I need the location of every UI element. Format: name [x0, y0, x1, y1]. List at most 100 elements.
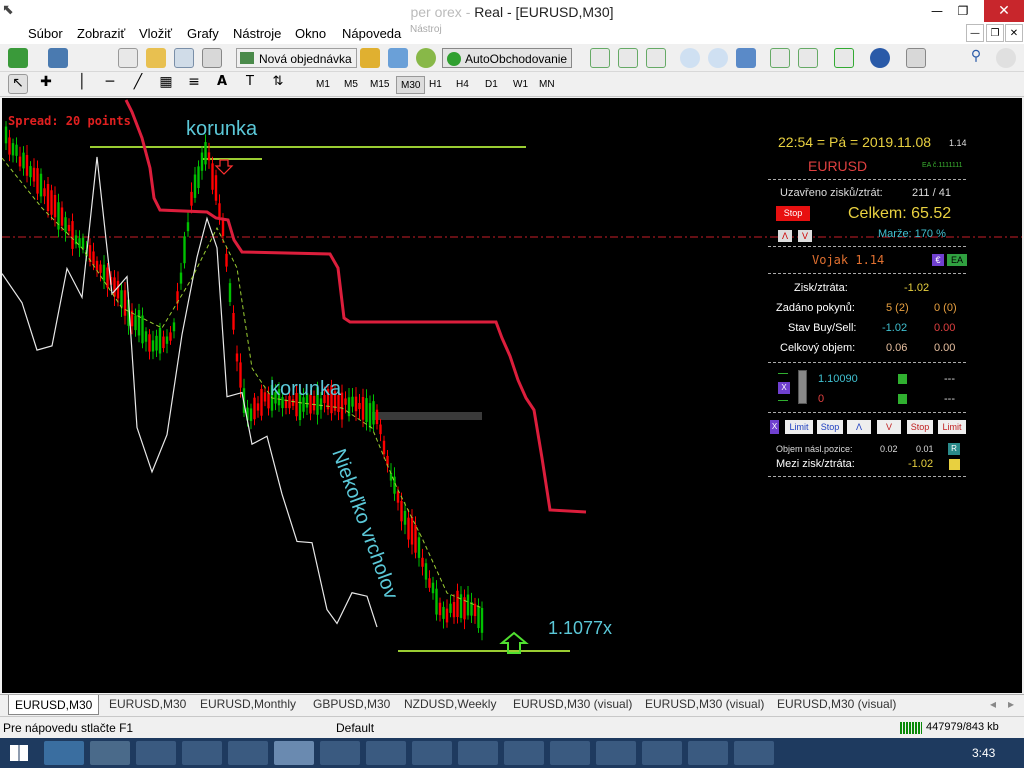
signals-icon[interactable]: [416, 48, 436, 68]
tab-eurusd-monthly[interactable]: EURUSD,Monthly: [200, 697, 296, 711]
navigator-icon[interactable]: [174, 48, 194, 68]
crosshair-icon[interactable]: ✚: [36, 74, 56, 94]
a-button[interactable]: Λ: [778, 230, 792, 242]
gold-icon[interactable]: [360, 48, 380, 68]
taskbar-chrome-icon[interactable]: [412, 741, 452, 765]
tab-gbpusd-m30[interactable]: GBPUSD,M30: [313, 697, 390, 711]
scroll-slider[interactable]: [798, 370, 807, 404]
taskbar-p-icon[interactable]: [642, 741, 682, 765]
taskbar-outlook-icon[interactable]: [734, 741, 774, 765]
bar-chart-icon[interactable]: [590, 48, 610, 68]
candle-body: [116, 280, 120, 299]
tab-eurusd-visual-3[interactable]: EURUSD,M30 (visual): [777, 697, 896, 711]
tester-icon[interactable]: [202, 48, 222, 68]
v-button[interactable]: V: [798, 230, 812, 242]
taskbar-pdf-icon[interactable]: [596, 741, 636, 765]
btn-close-x[interactable]: X: [770, 420, 779, 434]
profiles-icon[interactable]: [48, 48, 68, 68]
new-chart-icon[interactable]: [8, 48, 28, 68]
zoom-in-icon[interactable]: [680, 48, 700, 68]
menu-file[interactable]: Súbor: [28, 26, 63, 41]
taskbar-app-icon[interactable]: [182, 741, 222, 765]
tab-eurusd-visual-2[interactable]: EURUSD,M30 (visual): [645, 697, 764, 711]
market-icon[interactable]: [388, 48, 408, 68]
periods-icon[interactable]: [870, 48, 890, 68]
maximize-button[interactable]: ❐: [948, 0, 978, 22]
crosshair-move-icon[interactable]: [118, 48, 138, 68]
tab-nzdusd-weekly[interactable]: NZDUSD,Weekly: [404, 697, 496, 711]
child-minimize-button[interactable]: —: [966, 24, 984, 42]
vertical-line-icon[interactable]: │: [72, 74, 92, 94]
ea-button[interactable]: EA: [947, 254, 967, 266]
templates-icon[interactable]: [906, 48, 926, 68]
taskbar-folder-icon[interactable]: [688, 741, 728, 765]
reset-button[interactable]: R: [948, 443, 960, 455]
menu-view[interactable]: Zobraziť: [77, 26, 125, 41]
autotrading-button[interactable]: AutoObchodovanie: [442, 48, 573, 68]
menu-window[interactable]: Okno: [295, 26, 326, 41]
horizontal-line-icon[interactable]: ─: [100, 74, 120, 94]
arrows-icon[interactable]: ⇅: [268, 74, 288, 94]
folder-icon[interactable]: [146, 48, 166, 68]
tile-windows-icon[interactable]: [736, 48, 756, 68]
taskbar-explorer-icon[interactable]: [44, 741, 84, 765]
chart-area[interactable]: Spread: 20 points korunka korunka Niekoľ…: [2, 98, 1022, 693]
taskbar-word-icon[interactable]: [366, 741, 406, 765]
btn-buy-stop[interactable]: Stop: [817, 420, 843, 434]
text-label-icon[interactable]: T: [240, 74, 260, 94]
tf-d1[interactable]: D1: [481, 76, 502, 94]
tf-mn[interactable]: MN: [535, 76, 559, 94]
text-icon[interactable]: A: [212, 74, 232, 94]
trendline-icon[interactable]: ╱: [128, 74, 148, 94]
cursor-icon[interactable]: ↖: [8, 74, 28, 94]
tf-h4[interactable]: H4: [452, 76, 473, 94]
taskbar-excel-icon[interactable]: [320, 741, 360, 765]
stop-all-button[interactable]: Stop: [776, 206, 810, 221]
autoscroll-icon[interactable]: [798, 48, 818, 68]
taskbar-metatrader-icon[interactable]: [274, 741, 314, 765]
btn-sell-limit[interactable]: Limit: [938, 420, 966, 434]
btn-sell-stop[interactable]: Stop: [907, 420, 933, 434]
indicators-icon[interactable]: [834, 48, 854, 68]
tab-eurusd-visual-1[interactable]: EURUSD,M30 (visual): [513, 697, 632, 711]
candle-chart-icon[interactable]: [618, 48, 638, 68]
line-chart-icon[interactable]: [646, 48, 666, 68]
child-close-button[interactable]: ✕: [1005, 24, 1023, 42]
tf-h1[interactable]: H1: [425, 76, 446, 94]
chart-shift-icon[interactable]: [770, 48, 790, 68]
menu-charts[interactable]: Grafy: [187, 26, 219, 41]
tab-eurusd-m30-active[interactable]: EURUSD,M30: [8, 695, 100, 715]
tf-w1[interactable]: W1: [509, 76, 532, 94]
btn-buy[interactable]: Λ: [847, 420, 871, 434]
channel-icon[interactable]: ▦: [156, 74, 176, 94]
search-icon[interactable]: ⚲: [966, 48, 986, 68]
close-button[interactable]: ✕: [984, 0, 1024, 22]
taskbar-mt4-icon[interactable]: [550, 741, 590, 765]
taskbar-teamviewer-icon[interactable]: [458, 741, 498, 765]
taskbar-excel-x-icon[interactable]: [90, 741, 130, 765]
btn-buy-limit[interactable]: Limit: [785, 420, 813, 434]
taskbar-browser-icon[interactable]: [136, 741, 176, 765]
euro-button[interactable]: €: [932, 254, 944, 266]
fibonacci-icon[interactable]: ≡: [184, 74, 204, 94]
start-icon[interactable]: [10, 745, 28, 761]
tf-m30[interactable]: M30: [396, 76, 426, 94]
chat-icon[interactable]: [996, 48, 1016, 68]
menu-help[interactable]: Nápoveda: [342, 26, 401, 41]
tab-scroll-left-icon[interactable]: ◂: [990, 697, 996, 711]
menu-tools[interactable]: Nástroje: [233, 26, 281, 41]
status-help: Pre nápovedu stlačte F1: [3, 721, 134, 735]
menu-insert[interactable]: Vložiť: [139, 26, 172, 41]
tf-m5[interactable]: M5: [340, 76, 362, 94]
tf-m15[interactable]: M15: [366, 76, 393, 94]
tab-eurusd-m30[interactable]: EURUSD,M30: [109, 697, 186, 711]
taskbar-stop-icon[interactable]: [228, 741, 268, 765]
tf-m1[interactable]: M1: [312, 76, 334, 94]
close-lines-button[interactable]: X: [778, 382, 790, 394]
tab-scroll-right-icon[interactable]: ▸: [1008, 697, 1014, 711]
new-order-button[interactable]: Nová objednávka: [236, 48, 357, 68]
btn-sell[interactable]: V: [877, 420, 901, 434]
child-restore-button[interactable]: ❐: [986, 24, 1004, 42]
zoom-out-icon[interactable]: [708, 48, 728, 68]
taskbar-media-icon[interactable]: [504, 741, 544, 765]
